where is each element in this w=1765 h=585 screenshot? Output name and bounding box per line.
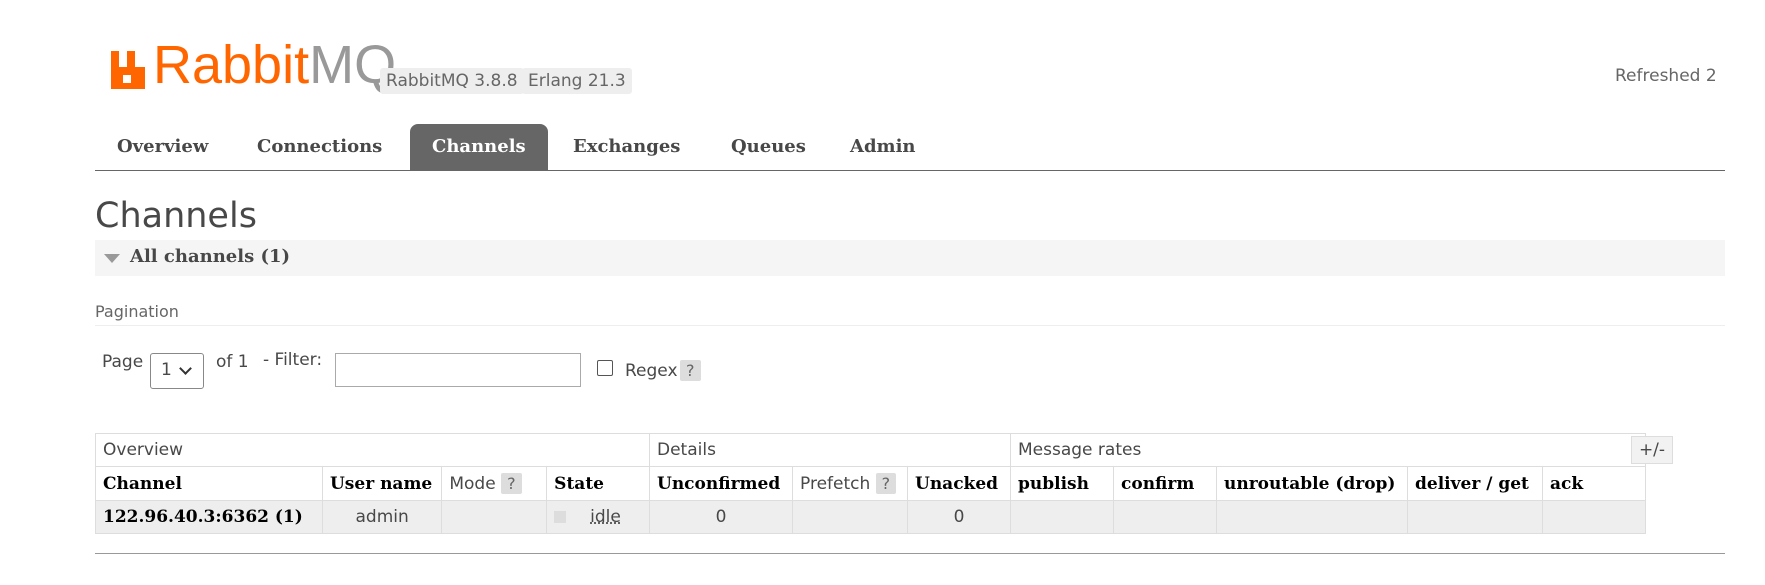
page-select[interactable]: 1 [150, 353, 204, 389]
col-prefetch: Prefetch ? [792, 466, 908, 501]
cell-unacked: 0 [907, 500, 1011, 534]
pagination-label: Pagination [95, 302, 179, 321]
column-toggle-button[interactable]: +/- [1631, 436, 1673, 464]
state-value: idle [590, 507, 621, 527]
table-row[interactable]: 122.96.40.3:6362 (1) admin idle 0 0 [95, 500, 1646, 534]
cell-prefetch [792, 500, 908, 534]
col-channel[interactable]: Channel [95, 466, 323, 501]
tab-admin[interactable]: Admin [828, 124, 938, 170]
group-overview: Overview [95, 433, 650, 467]
filter-label: - Filter: [263, 350, 323, 370]
col-unconfirmed[interactable]: Unconfirmed [649, 466, 793, 501]
col-mode: Mode ? [441, 466, 548, 501]
table-header-row: Channel User name Mode ? State Unconfirm… [95, 466, 1646, 501]
cell-ack [1542, 500, 1646, 534]
page-title: Channels [95, 196, 257, 236]
tab-channels[interactable]: Channels [410, 124, 548, 170]
col-ack[interactable]: ack [1542, 466, 1646, 501]
regex-help-button[interactable]: ? [680, 360, 701, 381]
col-confirm[interactable]: confirm [1113, 466, 1217, 501]
col-user-name[interactable]: User name [321, 466, 443, 501]
main-nav: Overview Connections Channels Exchanges … [95, 124, 1725, 171]
tab-overview[interactable]: Overview [95, 124, 230, 170]
chevron-down-icon [179, 362, 192, 375]
channels-table: Overview Details Message rates Channel U… [95, 433, 1646, 534]
divider [95, 325, 1725, 326]
col-prefetch-label: Prefetch [800, 474, 871, 494]
page-select-value: 1 [161, 360, 172, 380]
all-channels-section-toggle[interactable]: All channels (1) [95, 240, 1725, 276]
cell-publish [1010, 500, 1114, 534]
cell-deliver-get [1407, 500, 1543, 534]
col-state[interactable]: State [546, 466, 650, 501]
col-mode-label: Mode [449, 474, 496, 494]
state-indicator-icon [554, 511, 567, 523]
header: RabbitMQ TM RabbitMQ 3.8.8 Erlang 21.3 R… [95, 35, 1725, 95]
cell-confirm [1113, 500, 1217, 534]
table-group-row: Overview Details Message rates [95, 433, 1646, 467]
tab-connections[interactable]: Connections [235, 124, 404, 170]
col-unroutable[interactable]: unroutable (drop) [1216, 466, 1408, 501]
col-deliver-get[interactable]: deliver / get [1407, 466, 1543, 501]
group-message-rates: Message rates [1010, 433, 1646, 467]
page-label: Page [102, 352, 144, 372]
regex-label: Regex [625, 361, 678, 381]
divider [95, 553, 1725, 554]
section-label: All channels (1) [130, 246, 291, 267]
tab-queues[interactable]: Queues [709, 124, 828, 170]
page-count-label: of 1 [216, 352, 249, 372]
rabbitmq-logo[interactable]: RabbitMQ TM [109, 38, 422, 92]
cell-user: admin [321, 500, 443, 534]
erlang-version-badge: Erlang 21.3 [522, 68, 632, 94]
cell-mode [441, 500, 548, 534]
group-details: Details [649, 433, 1011, 467]
col-unacked[interactable]: Unacked [907, 466, 1011, 501]
prefetch-help-button[interactable]: ? [875, 473, 897, 494]
refreshed-status[interactable]: Refreshed 2 [1615, 66, 1765, 86]
cell-channel[interactable]: 122.96.40.3:6362 (1) [95, 500, 323, 534]
rabbitmq-logo-icon [109, 51, 147, 89]
cell-state: idle [546, 500, 650, 534]
triangle-down-icon [104, 254, 120, 263]
cell-unroutable [1216, 500, 1408, 534]
tab-exchanges[interactable]: Exchanges [551, 124, 702, 170]
regex-checkbox[interactable] [597, 360, 613, 376]
logo-text-rabbit: Rabbit [153, 35, 310, 95]
cell-unconfirmed: 0 [649, 500, 793, 534]
filter-input[interactable] [335, 353, 581, 387]
mode-help-button[interactable]: ? [501, 473, 522, 494]
logo-text: RabbitMQ [153, 38, 396, 92]
col-publish[interactable]: publish [1010, 466, 1114, 501]
rabbitmq-version-badge: RabbitMQ 3.8.8 [380, 68, 524, 94]
